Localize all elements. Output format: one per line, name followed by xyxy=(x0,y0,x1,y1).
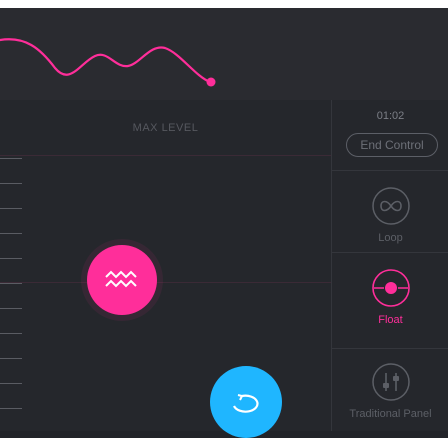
scale-tick xyxy=(0,158,22,159)
sliders-icon xyxy=(371,363,410,401)
float-icon xyxy=(371,269,410,307)
wave-line xyxy=(0,38,212,84)
session-timer: 01:02 xyxy=(376,110,405,122)
wave-endpoint xyxy=(206,77,216,87)
mode-float[interactable]: Float xyxy=(332,268,448,326)
scale-tick xyxy=(0,333,22,334)
sidebar-divider xyxy=(332,170,448,171)
loop-icon xyxy=(233,394,259,413)
scale-tick xyxy=(0,208,22,209)
max-level-label: MAX LEVEL xyxy=(0,100,331,156)
top-strip xyxy=(0,0,448,8)
infinity-icon xyxy=(371,187,410,225)
end-control-button[interactable]: End Control xyxy=(346,133,438,157)
mode-traditional-panel[interactable]: Traditional Panel xyxy=(332,362,448,420)
loop-control-button[interactable] xyxy=(210,366,282,438)
mode-loop[interactable]: Loop xyxy=(332,186,448,244)
scale-tick xyxy=(0,258,22,259)
scale-tick xyxy=(0,408,22,409)
mode-label-loop: Loop xyxy=(378,232,403,244)
control-area[interactable]: MAX LEVEL xyxy=(0,100,331,431)
scale-tick xyxy=(0,358,22,359)
scale-tick xyxy=(0,183,22,184)
mode-label-float: Float xyxy=(378,314,403,326)
intensity-wave xyxy=(0,38,216,87)
sidebar-divider xyxy=(332,252,448,253)
scale-tick xyxy=(0,383,22,384)
sidebar-divider xyxy=(332,348,448,349)
intensity-wave-panel xyxy=(0,8,448,100)
mode-label-traditional-panel: Traditional Panel xyxy=(349,408,432,420)
float-control-button[interactable] xyxy=(87,245,157,315)
scale-tick xyxy=(0,233,22,234)
level-midline xyxy=(0,282,331,283)
level-scale xyxy=(0,156,28,431)
mode-sidebar: 01:02 End Control Loop Float Traditional… xyxy=(331,100,448,431)
scale-tick xyxy=(0,283,22,284)
waves-icon xyxy=(105,270,137,288)
scale-tick xyxy=(0,308,22,309)
